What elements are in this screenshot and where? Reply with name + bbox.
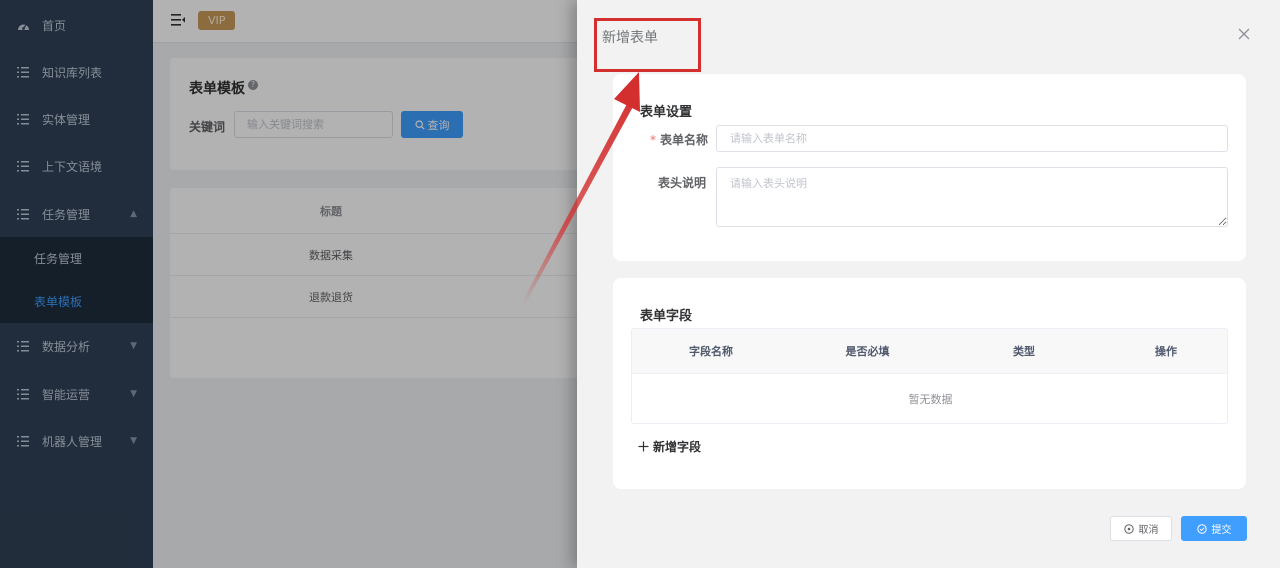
column-type: 类型 <box>1013 345 1035 358</box>
close-icon[interactable] <box>1237 27 1251 41</box>
annotation-highlight-box <box>594 18 701 72</box>
form-fields-card: 表单字段 字段名称 是否必填 类型 操作 暂无数据 新增字段 <box>613 278 1246 489</box>
form-name-input[interactable] <box>716 125 1228 152</box>
check-circle-icon <box>1196 523 1207 534</box>
form-settings-title: 表单设置 <box>640 105 693 120</box>
form-desc-label: 表头说明 <box>658 176 707 190</box>
fields-table-header: 字段名称 是否必填 类型 操作 <box>632 329 1227 374</box>
add-field-button[interactable]: 新增字段 <box>638 438 701 455</box>
add-field-label: 新增字段 <box>653 440 702 454</box>
cancel-button[interactable]: 取消 <box>1110 516 1172 541</box>
form-name-label: * 表单名称 <box>650 131 708 148</box>
column-field-name: 字段名称 <box>689 345 733 358</box>
submit-button[interactable]: 提交 <box>1181 516 1247 541</box>
column-required: 是否必填 <box>845 345 890 358</box>
form-desc-textarea[interactable] <box>716 167 1228 227</box>
form-settings-card: 表单设置 * 表单名称 表头说明 <box>613 74 1246 261</box>
required-marker: * <box>650 133 656 147</box>
plus-icon <box>638 441 649 452</box>
fields-table: 字段名称 是否必填 类型 操作 暂无数据 <box>631 328 1228 424</box>
form-name-label-text: 表单名称 <box>660 133 709 147</box>
add-form-drawer: 新增表单 表单设置 *表单名称 表头说明 表单字段 字段名称 是否必填 类型 操… <box>577 0 1280 568</box>
submit-button-label: 提交 <box>1211 525 1232 536</box>
cancel-button-label: 取消 <box>1138 525 1159 536</box>
empty-state: 暂无数据 <box>908 393 953 406</box>
cancel-icon <box>1123 523 1134 534</box>
form-fields-title: 表单字段 <box>640 309 693 324</box>
column-actions: 操作 <box>1155 345 1177 358</box>
